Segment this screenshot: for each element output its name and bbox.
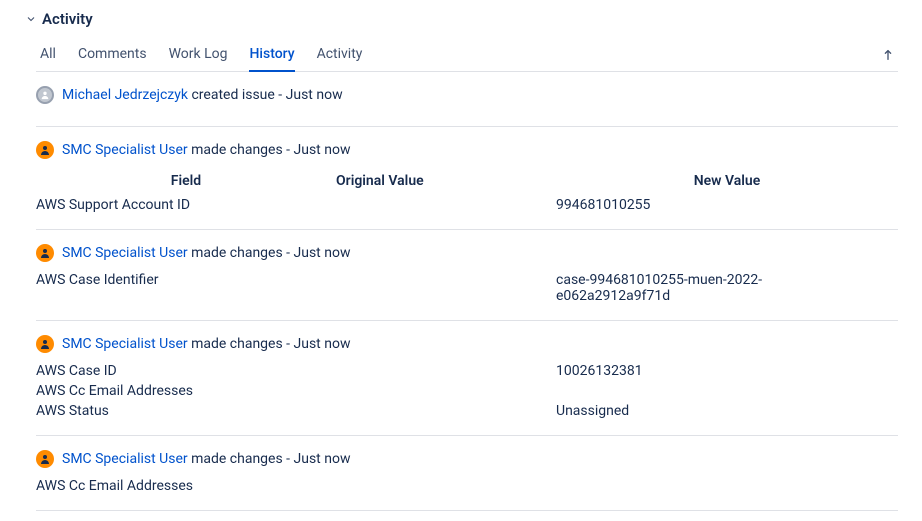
field-row: AWS Case Identifier case-994681010255-mu…: [36, 270, 898, 306]
field-name: AWS Status: [36, 403, 336, 419]
user-link[interactable]: SMC Specialist User: [62, 142, 188, 158]
original-value: [336, 403, 556, 419]
new-value: 10026132381: [556, 363, 898, 379]
history-entry: Michael Jedrzejczyk created issue - Just…: [36, 72, 898, 127]
entry-action: made changes - Just now: [191, 336, 350, 352]
user-link[interactable]: SMC Specialist User: [62, 451, 188, 467]
original-value: [336, 197, 556, 213]
section-title: Activity: [42, 10, 93, 28]
field-name: AWS Cc Email Addresses: [36, 478, 336, 494]
entry-action: made changes - Just now: [191, 142, 350, 158]
original-value: [336, 363, 556, 379]
col-header-field: Field: [36, 173, 336, 189]
new-value: case-994681010255-muen-2022-e062a2912a9f…: [556, 272, 786, 304]
field-row: AWS Cc Email Addresses: [36, 476, 898, 496]
sort-ascending-icon[interactable]: [878, 45, 898, 65]
user-link[interactable]: Michael Jedrzejczyk: [62, 87, 188, 103]
col-header-new: New Value: [556, 173, 898, 189]
entry-action: created issue - Just now: [191, 87, 342, 103]
field-name: AWS Support Account ID: [36, 197, 336, 213]
avatar: [36, 86, 54, 104]
history-entry: SMC Specialist User made changes - Just …: [36, 127, 898, 230]
field-row: AWS Status Unassigned: [36, 401, 898, 421]
entry-action: made changes - Just now: [191, 451, 350, 467]
new-value: Unassigned: [556, 403, 898, 419]
tab-history[interactable]: History: [249, 38, 294, 72]
avatar: [36, 244, 54, 262]
entry-action: made changes - Just now: [191, 245, 350, 261]
field-row: AWS Support Account ID 994681010255: [36, 195, 898, 215]
field-name: AWS Case ID: [36, 363, 336, 379]
history-entry: SMC Specialist User made changes - Just …: [36, 230, 898, 321]
tab-comments[interactable]: Comments: [78, 38, 147, 72]
history-entry: SMC Specialist User made changes - Just …: [36, 321, 898, 436]
original-value: [336, 383, 556, 399]
collapse-toggle[interactable]: [24, 12, 38, 26]
original-value: [336, 478, 556, 494]
new-value: 994681010255: [556, 197, 898, 213]
history-entry: SMC Specialist User made changes - Just …: [36, 436, 898, 511]
field-name: AWS Cc Email Addresses: [36, 383, 336, 399]
field-name: AWS Case Identifier: [36, 272, 336, 304]
avatar: [36, 335, 54, 353]
activity-tabs: All Comments Work Log History Activity: [36, 38, 898, 72]
tab-worklog[interactable]: Work Log: [169, 38, 228, 72]
avatar: [36, 450, 54, 468]
new-value: [556, 478, 898, 494]
user-link[interactable]: SMC Specialist User: [62, 245, 188, 261]
tab-all[interactable]: All: [40, 38, 56, 72]
user-link[interactable]: SMC Specialist User: [62, 336, 188, 352]
original-value: [336, 272, 556, 304]
tab-activity[interactable]: Activity: [317, 38, 363, 72]
new-value: [556, 383, 898, 399]
field-row: AWS Cc Email Addresses: [36, 381, 898, 401]
col-header-original: Original Value: [336, 173, 556, 189]
field-row: AWS Case ID 10026132381: [36, 361, 898, 381]
avatar: [36, 141, 54, 159]
